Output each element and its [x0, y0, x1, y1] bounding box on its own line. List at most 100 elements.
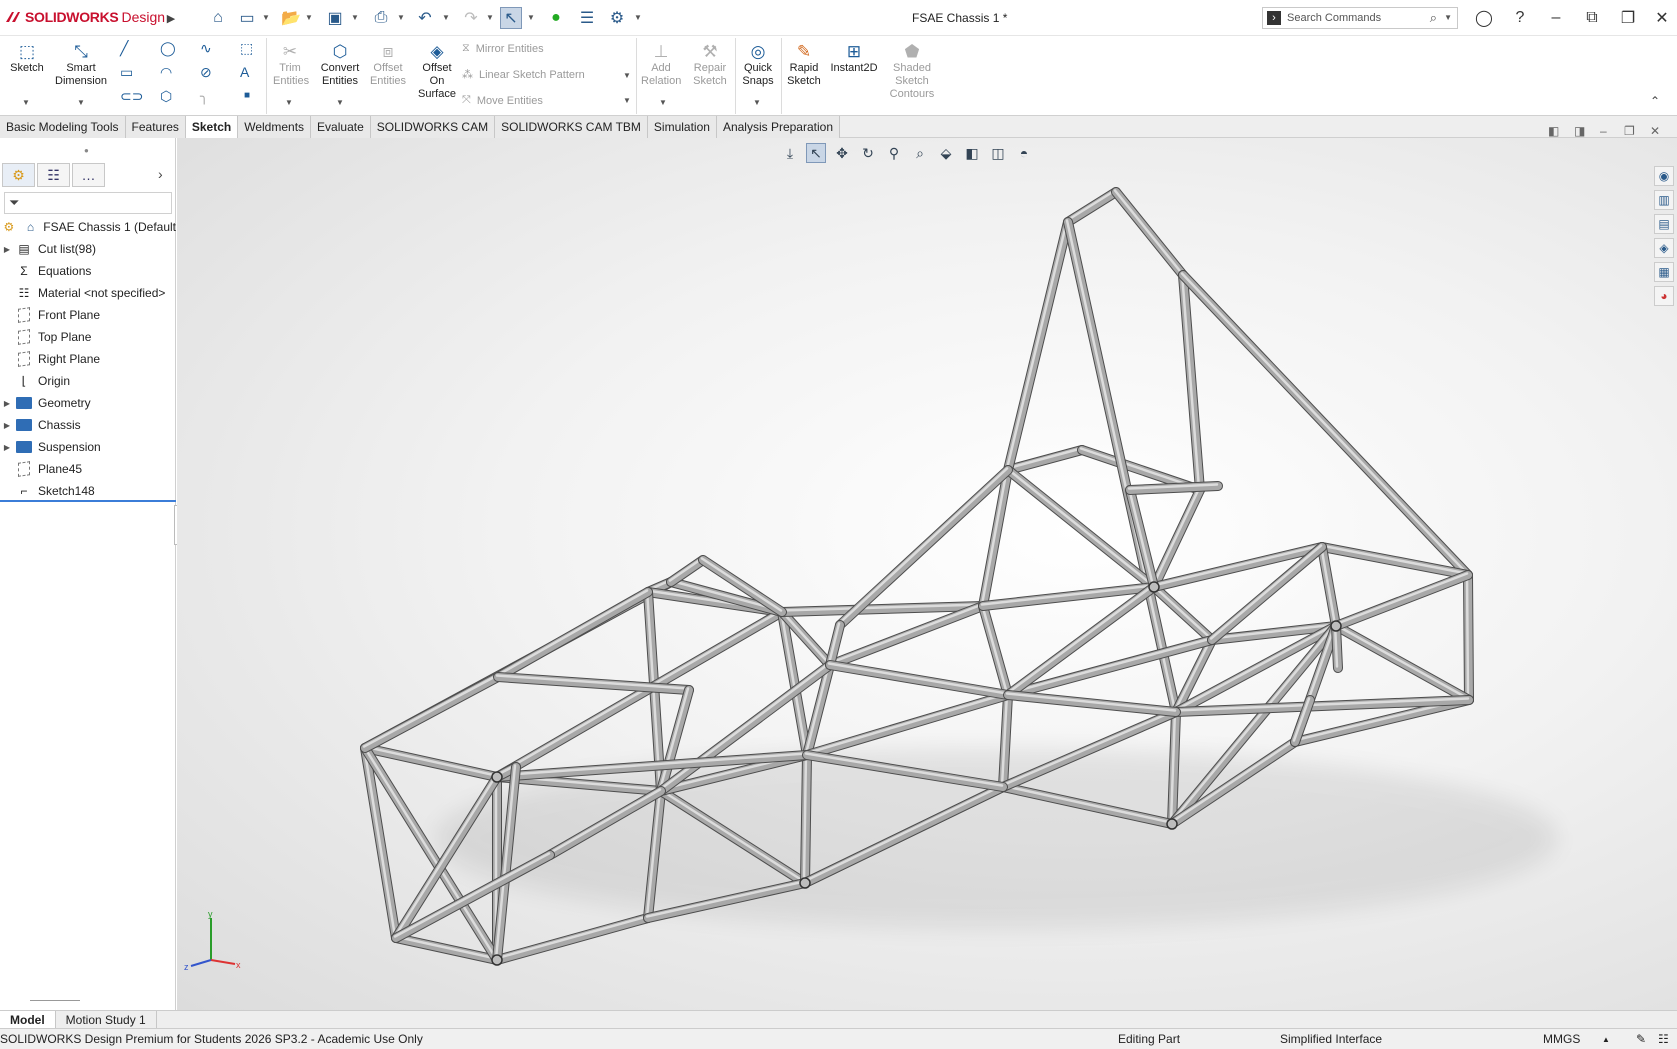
convert-entities-button[interactable]: ⬡ Convert Entities — [316, 40, 364, 88]
tube-node[interactable] — [1166, 818, 1178, 830]
circle-icon[interactable]: ◯ — [160, 40, 176, 57]
tree-item-sketch148[interactable]: ⌐ Sketch148 — [0, 480, 176, 502]
tube-member[interactable] — [493, 914, 652, 964]
chevron-up-icon[interactable]: ▲ — [1602, 1035, 1610, 1044]
design-library-icon[interactable]: ▥ — [1654, 190, 1674, 210]
comments-icon[interactable]: ✎ — [1636, 1032, 1646, 1046]
tube-member[interactable] — [980, 603, 1009, 695]
next-view-icon[interactable]: ◨ — [1574, 124, 1585, 138]
minimize-icon[interactable]: – — [1544, 6, 1568, 30]
tube-member[interactable] — [1079, 447, 1201, 490]
file-explorer-icon[interactable]: ▤ — [1654, 214, 1674, 234]
traffic-light-icon[interactable]: ● — [545, 7, 567, 29]
offset-entities-button[interactable]: ⧈ Offset Entities — [368, 40, 408, 88]
linear-sketch-pattern-button[interactable]: ⁂ Linear Sketch Pattern — [462, 68, 585, 82]
chevron-down-icon[interactable]: ▼ — [285, 98, 293, 107]
new-document-icon[interactable]: ▭ — [236, 7, 258, 29]
tube-member[interactable] — [493, 608, 786, 781]
tube-member[interactable] — [667, 556, 707, 586]
select-cursor-icon[interactable]: ↖ — [500, 7, 522, 29]
tree-item-top-plane[interactable]: Top Plane — [0, 326, 176, 348]
tube-node[interactable] — [491, 771, 503, 783]
search-icon[interactable]: ⌕ — [1430, 10, 1437, 26]
chassis-model[interactable] — [177, 138, 1677, 1010]
redo-icon[interactable]: ↷ — [460, 7, 482, 29]
tube-member[interactable] — [362, 674, 499, 748]
view-palette-icon[interactable]: ◈ — [1654, 238, 1674, 258]
shaded-sketch-contours-button[interactable]: ⬟ Shaded Sketch Contours — [884, 40, 940, 101]
tree-item-chassis[interactable]: ▶ Chassis — [0, 414, 176, 436]
tab-analysis-preparation[interactable]: Analysis Preparation — [716, 116, 840, 138]
save-icon[interactable]: ▣ — [324, 7, 346, 29]
expand-arrow-icon[interactable]: ▶ — [0, 399, 14, 408]
chevron-down-icon[interactable]: ▼ — [351, 13, 359, 22]
property-manager-tab-icon[interactable]: ☷ — [37, 163, 70, 187]
tree-item-plane45[interactable]: Plane45 — [0, 458, 176, 480]
print-icon[interactable]: ⎙ — [370, 7, 392, 29]
chevron-down-icon[interactable]: ▼ — [77, 98, 85, 107]
mirror-entities-button[interactable]: ⧖ Mirror Entities — [462, 42, 544, 55]
panel-scrollbar[interactable] — [30, 1000, 80, 1001]
tab-solidworks-cam[interactable]: SOLIDWORKS CAM — [370, 116, 496, 138]
chevron-down-icon[interactable]: ▼ — [22, 98, 30, 107]
ellipse-icon[interactable]: ⊘ — [200, 64, 212, 81]
tab-solidworks-cam-tbm[interactable]: SOLIDWORKS CAM TBM — [495, 116, 648, 138]
tree-item-equations[interactable]: Σ Equations — [0, 260, 176, 282]
chevron-down-icon[interactable]: ▼ — [1444, 13, 1452, 22]
tube-member[interactable] — [1064, 188, 1120, 226]
tube-member[interactable] — [1465, 572, 1470, 700]
tree-item-material[interactable]: ☷ Material <not specified> — [0, 282, 176, 304]
chevron-right-icon[interactable]: › — [158, 166, 163, 182]
tube-member[interactable] — [1333, 623, 1470, 700]
tube-member[interactable] — [495, 589, 649, 677]
tree-root[interactable]: ⚙ ⌂ FSAE Chassis 1 (Default — [0, 216, 176, 238]
more-tabs-icon[interactable]: … — [72, 163, 105, 187]
smart-dimension-button[interactable]: ⤡ Smart Dimension — [50, 40, 112, 88]
chevron-down-icon[interactable]: ▼ — [442, 13, 450, 22]
chevron-down-icon[interactable]: ▼ — [336, 98, 344, 107]
trim-entities-button[interactable]: ✂ Trim Entities — [272, 40, 309, 88]
open-folder-icon[interactable]: 📂 — [280, 7, 302, 29]
solidworks-logo[interactable]: SOLIDWORKS Design — [4, 9, 165, 25]
rectangle-icon[interactable]: ▭ — [120, 64, 133, 81]
tube-node[interactable] — [1148, 581, 1160, 593]
panel-grip-icon[interactable]: ● — [84, 146, 89, 155]
tube-member[interactable] — [494, 609, 783, 777]
tube-node[interactable] — [491, 954, 503, 966]
expand-arrow-icon[interactable]: ▶ — [0, 421, 14, 430]
add-relation-button[interactable]: ⊥ Add Relation — [640, 40, 682, 88]
help-icon[interactable]: ? — [1508, 6, 1532, 30]
tree-item-suspension[interactable]: ▶ Suspension — [0, 436, 176, 458]
text-icon[interactable]: A — [240, 64, 249, 80]
repair-sketch-button[interactable]: ⚒ Repair Sketch — [688, 40, 732, 88]
quick-snaps-button[interactable]: ◎ Quick Snaps — [737, 40, 779, 88]
viewport-minimize-icon[interactable]: – — [1600, 124, 1607, 138]
tree-filter-field[interactable]: ⏷ — [4, 192, 172, 214]
chevron-down-icon[interactable]: ▼ — [623, 96, 631, 105]
tube-member[interactable] — [1180, 272, 1201, 490]
tab-evaluate[interactable]: Evaluate — [311, 116, 371, 138]
tube-member[interactable] — [826, 661, 1012, 699]
file-properties-icon[interactable]: ☰ — [576, 7, 598, 29]
tab-motion-study-1[interactable]: Motion Study 1 — [56, 1011, 157, 1028]
tube-member[interactable] — [1065, 189, 1117, 222]
viewport-restore-icon[interactable]: ❐ — [1624, 124, 1635, 138]
tube-node[interactable] — [1330, 620, 1342, 632]
user-account-icon[interactable]: ◯ — [1472, 6, 1496, 30]
tab-basic-modeling-tools[interactable]: Basic Modeling Tools — [0, 116, 126, 138]
status-options-icon[interactable]: ☷ — [1658, 1032, 1669, 1046]
line-icon[interactable]: ╱ — [120, 40, 128, 57]
point-icon[interactable]: ■ — [244, 90, 250, 101]
expand-arrow-icon[interactable]: ▶ — [0, 245, 14, 254]
units-selector[interactable]: MMGS — [1543, 1032, 1580, 1046]
fillet-icon[interactable]: ╮ — [200, 88, 208, 105]
tube-member[interactable] — [827, 662, 1009, 695]
chevron-down-icon[interactable]: ▼ — [527, 13, 535, 22]
tree-item-geometry[interactable]: ▶ Geometry — [0, 392, 176, 414]
tube-member[interactable] — [1004, 691, 1180, 716]
close-icon[interactable]: ✕ — [1650, 6, 1674, 30]
slot-icon[interactable]: ⊂⊃ — [120, 88, 143, 105]
tab-sketch[interactable]: Sketch — [185, 116, 239, 138]
chevron-down-icon[interactable]: ▼ — [659, 98, 667, 107]
previous-view-icon[interactable]: ◧ — [1548, 124, 1559, 138]
